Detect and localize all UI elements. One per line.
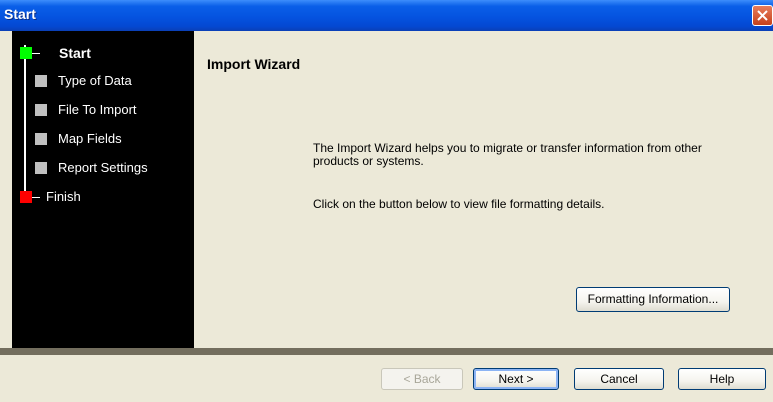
step-label: File To Import [58, 102, 137, 117]
close-icon [757, 10, 768, 21]
cancel-label: Cancel [600, 372, 638, 386]
formatting-information-label: Formatting Information... [587, 292, 719, 306]
tree-connector [32, 197, 40, 198]
step-marker-map-fields [35, 133, 47, 145]
step-label: Report Settings [58, 160, 148, 175]
formatting-information-button[interactable]: Formatting Information... [576, 287, 730, 312]
close-button[interactable] [752, 5, 773, 26]
next-button[interactable]: Next > [473, 368, 559, 390]
step-label: Start [59, 45, 91, 61]
wizard-instruction: Click on the button below to view file f… [313, 197, 605, 211]
step-marker-type-of-data [35, 75, 47, 87]
back-button[interactable]: < Back [381, 368, 463, 390]
step-marker-start [20, 47, 32, 59]
footer-divider [0, 348, 773, 355]
help-label: Help [709, 372, 735, 386]
page-title: Import Wizard [207, 56, 301, 72]
step-label: Type of Data [58, 73, 132, 88]
step-marker-file-to-import [35, 104, 47, 116]
step-label: Finish [46, 189, 81, 204]
window-title: Start [4, 6, 36, 22]
help-button[interactable]: Help [678, 368, 766, 390]
step-marker-finish [20, 191, 32, 203]
cancel-button[interactable]: Cancel [574, 368, 664, 390]
steps-tree-line [24, 45, 26, 201]
back-label: < Back [403, 372, 441, 386]
step-marker-report-settings [35, 162, 47, 174]
title-bar[interactable]: Start [0, 0, 773, 31]
import-wizard-window: Start Start Type of Data File To Import … [0, 0, 773, 402]
next-label: Next > [498, 372, 534, 386]
wizard-description: The Import Wizard helps you to migrate o… [313, 141, 702, 168]
step-label: Map Fields [58, 131, 122, 146]
tree-connector [32, 53, 40, 54]
